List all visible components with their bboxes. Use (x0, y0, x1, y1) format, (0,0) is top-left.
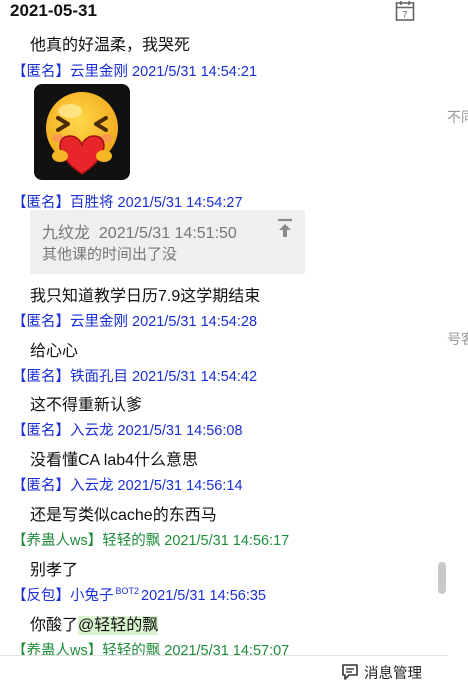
quote-text: 其他课的时间出了没 (42, 246, 178, 263)
sender-name[interactable]: 铁面孔目 (70, 369, 128, 385)
message-time: 2021/5/31 14:56:35 (141, 588, 266, 604)
message-header: 【匿名】云里金刚 2021/5/31 14:54:28 (12, 310, 257, 331)
sender-tag: 【匿名】 (12, 64, 70, 80)
message-time: 2021/5/31 14:54:28 (132, 314, 258, 330)
message-text: 这不得重新认爹 (30, 397, 143, 414)
message-header: 【养蛊人ws】轻轻的飘 2021/5/31 14:57:07 (12, 639, 289, 655)
chat-log: 2021-05-31 7 他真的好温柔，我哭死 【匿名】云里金刚 2021/5/… (0, 0, 448, 655)
date-header: 2021-05-31 (10, 1, 97, 20)
sender-tag: 【匿名】 (12, 369, 70, 385)
sender-tag: 【匿名】 (12, 423, 70, 439)
message-time: 2021/5/31 14:54:42 (132, 369, 258, 385)
sender-name[interactable]: 小兔子 (70, 588, 114, 604)
sender-name[interactable]: 入云龙 (70, 478, 114, 494)
message-time: 2021/5/31 14:54:21 (132, 64, 258, 80)
message-time: 2021/5/31 14:54:27 (117, 195, 243, 211)
sender-tag: 【匿名】 (12, 478, 70, 494)
calendar-icon[interactable]: 7 (395, 0, 415, 22)
message-manage-label: 消息管理 (364, 665, 422, 682)
sender-name[interactable]: 轻轻的飘 (102, 643, 160, 655)
message-text: 你酸了@轻轻的飘 (30, 611, 159, 635)
message-header: 【匿名】入云龙 2021/5/31 14:56:08 (12, 419, 243, 440)
sender-tag: 【反包】 (12, 588, 70, 604)
sender-name[interactable]: 入云龙 (70, 423, 114, 439)
quote-sender: 九纹龙 (42, 225, 91, 242)
sender-tag: 【养蛊人ws】 (12, 533, 103, 549)
message-header: 【匿名】百胜将 2021/5/31 14:54:27 (12, 191, 243, 212)
message-header: 【反包】小兔子 BOT2 2021/5/31 14:56:35 (12, 584, 266, 605)
scrollbar-thumb[interactable] (438, 562, 446, 594)
heart-hug-emoji-icon (46, 92, 118, 175)
clipped-edge-text: 不同 (447, 109, 468, 125)
sender-name[interactable]: 轻轻的飘 (102, 533, 160, 549)
message-time: 2021/5/31 14:56:17 (164, 533, 290, 549)
message-text: 别孝了 (30, 562, 79, 579)
sender-tag: 【养蛊人ws】 (12, 643, 103, 655)
clipped-edge-text: 号客 (447, 331, 468, 347)
bottom-toolbar: 消息管理 (0, 655, 448, 684)
message-text-content: 你酸了 (30, 617, 79, 634)
message-header: 【养蛊人ws】轻轻的飘 2021/5/31 14:56:17 (12, 529, 289, 550)
reply-quote[interactable]: 九纹龙 2021/5/31 14:51:50 其他课的时间出了没 (30, 210, 305, 274)
quote-time: 2021/5/31 14:51:50 (98, 225, 237, 242)
message-text: 他真的好温柔，我哭死 (30, 37, 191, 54)
message-time: 2021/5/31 14:57:07 (164, 643, 290, 655)
heart-hug-emoji-image[interactable] (34, 84, 130, 180)
message-time: 2021/5/31 14:56:14 (117, 478, 243, 494)
sender-tag: 【匿名】 (12, 195, 70, 211)
message-manage-button[interactable]: 消息管理 (341, 662, 422, 682)
quote-header: 九纹龙 2021/5/31 14:51:50 (42, 219, 237, 243)
mention-link[interactable]: @轻轻的飘 (78, 616, 159, 635)
sender-name[interactable]: 百胜将 (70, 195, 114, 211)
message-text: 我只知道教学日历7.9这学期结束 (30, 288, 261, 305)
message-header: 【匿名】铁面孔目 2021/5/31 14:54:42 (12, 365, 257, 386)
bot-badge: BOT2 (115, 586, 140, 597)
calendar-day: 7 (402, 10, 407, 20)
sender-tag: 【匿名】 (12, 314, 70, 330)
sender-name[interactable]: 云里金刚 (70, 64, 128, 80)
message-text: 还是写类似cache的东西马 (30, 507, 217, 524)
message-manage-icon (342, 664, 358, 680)
jump-to-original-icon[interactable] (276, 218, 294, 238)
message-header: 【匿名】入云龙 2021/5/31 14:56:14 (12, 474, 243, 495)
message-header: 【匿名】云里金刚 2021/5/31 14:54:21 (12, 60, 257, 81)
message-time: 2021/5/31 14:56:08 (117, 423, 243, 439)
message-text: 给心心 (30, 343, 79, 360)
message-text: 没看懂CA lab4什么意思 (30, 452, 199, 469)
sender-name[interactable]: 云里金刚 (70, 314, 128, 330)
